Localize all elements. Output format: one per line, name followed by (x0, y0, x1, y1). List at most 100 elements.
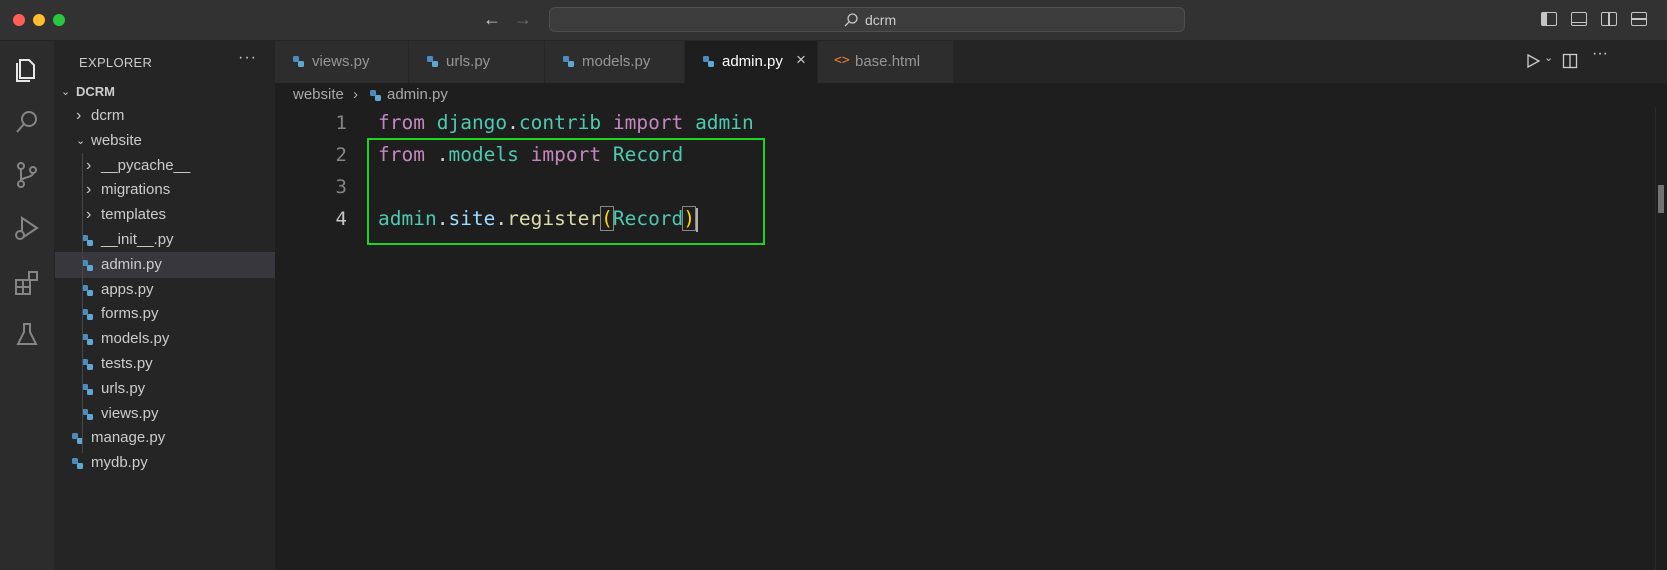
tree-item-label: urls.py (101, 379, 146, 397)
code-token: contrib (518, 111, 602, 134)
extensions-icon[interactable] (12, 268, 42, 298)
tree-item-label: templates (101, 206, 167, 224)
chevron-down-icon[interactable]: ⌄ (1544, 51, 1553, 64)
editor-scrollbar[interactable] (1655, 107, 1667, 570)
python-file-icon (82, 359, 93, 370)
close-window-button[interactable] (13, 14, 25, 26)
chevron-right-icon: › (76, 107, 82, 124)
tab-urls-py[interactable]: urls.py (409, 41, 545, 83)
toggle-panel-icon[interactable] (1571, 12, 1587, 26)
chevron-right-icon: › (86, 156, 92, 174)
python-file-icon (82, 235, 93, 246)
python-file-icon (563, 56, 574, 67)
tree-file[interactable]: mydb.py (55, 450, 275, 476)
tree-file[interactable]: tests.py (55, 351, 275, 377)
back-arrow-icon[interactable]: ← (483, 8, 501, 30)
chevron-down-icon: ⌄ (61, 86, 71, 98)
explorer-sidebar: EXPLORER ··· ⌄ DCRM › dcrm ⌄ website › __pyca… (55, 41, 275, 570)
forward-arrow-icon[interactable]: → (514, 8, 532, 30)
tree-file[interactable]: admin.py (55, 251, 275, 278)
more-actions-icon[interactable]: ··· (1592, 45, 1608, 63)
command-center-search[interactable]: dcrm (549, 7, 1185, 32)
tree-item-label: __init__.py (101, 231, 174, 248)
line-number: 3 (335, 176, 347, 198)
tab-base-html[interactable]: <> base.html (818, 41, 954, 83)
tab-admin-py[interactable]: admin.py × (685, 41, 818, 83)
breadcrumb-separator: › (353, 86, 358, 103)
python-file-icon (427, 56, 438, 67)
scrollbar-thumb[interactable] (1658, 185, 1664, 213)
code-token: from (378, 111, 425, 134)
tree-file[interactable]: forms.py (55, 301, 275, 327)
line-number: 4 (335, 208, 347, 230)
indent-guide (82, 153, 83, 453)
tree-item-label: dcrm (91, 107, 125, 124)
tree-folder[interactable]: ⌄ website (55, 128, 275, 154)
tree-folder[interactable]: › templates (55, 202, 275, 228)
tree-item-label: mydb.py (91, 454, 148, 472)
tree-file[interactable]: models.py (55, 326, 275, 352)
title-bar: ← → dcrm (0, 0, 1667, 41)
activity-bar (0, 41, 55, 570)
toggle-secondary-sidebar-icon[interactable] (1601, 12, 1617, 26)
code-token: import (612, 111, 684, 134)
tab-models-py[interactable]: models.py (545, 41, 685, 83)
tree-file[interactable]: urls.py (55, 376, 275, 402)
python-file-icon (82, 309, 93, 321)
code-editor[interactable]: 1 2 3 4 from django.contrib import admin fro… (275, 107, 1667, 570)
python-file-icon (82, 334, 93, 346)
breadcrumb-file[interactable]: admin.py (387, 86, 448, 103)
tree-folder[interactable]: › dcrm (55, 103, 275, 129)
tree-file[interactable]: views.py (55, 401, 275, 427)
python-file-icon (72, 458, 83, 470)
tree-item-label: manage.py (91, 429, 166, 447)
tree-file[interactable]: manage.py (55, 425, 275, 451)
breadcrumb-folder[interactable]: website (293, 86, 344, 103)
tree-file[interactable]: __init__.py (55, 227, 275, 253)
python-file-icon (703, 56, 714, 67)
testing-flask-icon[interactable] (12, 320, 42, 350)
workspace-root-folder[interactable]: ⌄ DCRM (55, 79, 275, 105)
python-file-icon (82, 284, 93, 296)
tree-item-label: migrations (101, 181, 171, 199)
tree-item-label: forms.py (101, 305, 159, 323)
tree-item-label: views.py (101, 404, 159, 422)
tree-item-label: apps.py (101, 280, 154, 298)
explorer-files-icon[interactable] (12, 54, 42, 84)
tab-label: models.py (582, 53, 651, 70)
split-editor-icon[interactable] (1562, 53, 1578, 69)
tab-views-py[interactable]: views.py (275, 41, 409, 83)
python-file-icon (370, 90, 381, 101)
explorer-title: EXPLORER (79, 55, 153, 70)
search-icon (844, 13, 858, 27)
tree-folder[interactable]: › migrations (55, 177, 275, 203)
minimize-window-button[interactable] (33, 14, 45, 26)
more-actions-icon[interactable]: ··· (238, 49, 257, 67)
customize-layout-icon[interactable] (1631, 12, 1647, 26)
tab-label: urls.py (446, 53, 491, 70)
tab-label: base.html (855, 53, 921, 70)
python-file-icon (293, 56, 304, 67)
close-tab-icon[interactable]: × (796, 50, 806, 70)
run-debug-icon[interactable] (12, 213, 42, 243)
chevron-down-icon: ⌄ (76, 134, 86, 147)
breadcrumb: website › admin.py (275, 83, 1667, 107)
search-icon[interactable] (12, 107, 42, 137)
run-python-file-icon[interactable] (1525, 53, 1541, 69)
workspace-name: dcrm (865, 12, 897, 28)
code-line[interactable]: from django.contrib import admin (378, 107, 754, 139)
code-token: django (436, 111, 508, 134)
maximize-window-button[interactable] (53, 14, 65, 26)
toggle-primary-sidebar-icon[interactable] (1541, 12, 1557, 26)
tree-file[interactable]: apps.py (55, 277, 275, 303)
source-control-icon[interactable] (12, 160, 42, 190)
tree-folder[interactable]: › __pycache__ (55, 153, 275, 179)
editor-tab-bar: views.py urls.py models.py admin.py × <> base.… (275, 41, 1667, 83)
python-file-icon (82, 259, 93, 271)
html-file-icon: <> (834, 53, 850, 68)
python-file-icon (82, 383, 93, 395)
tab-label: admin.py (722, 53, 783, 70)
annotation-highlight-box (367, 138, 765, 245)
